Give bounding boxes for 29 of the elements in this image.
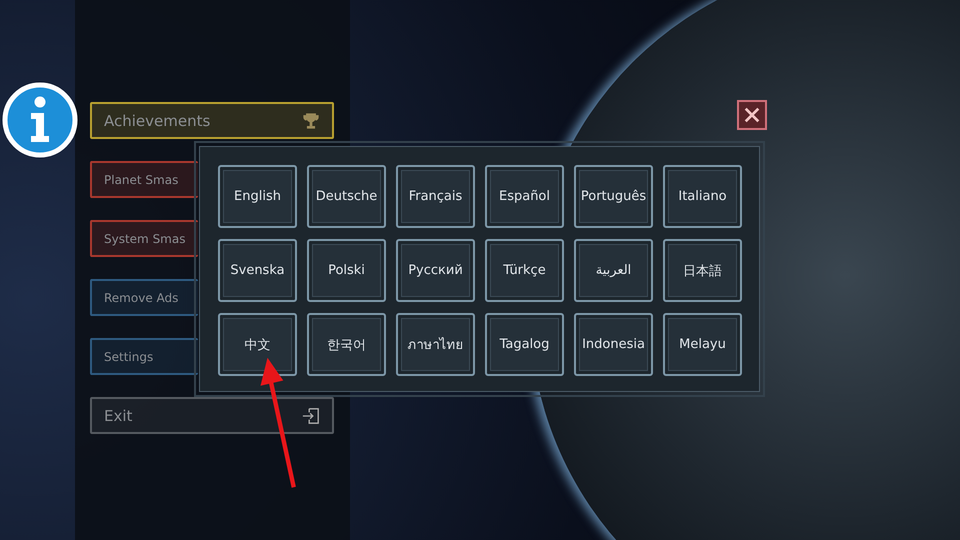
language-button[interactable]: ภาษาไทย [396, 313, 475, 376]
menu-button[interactable]: Remove Ads [90, 279, 198, 316]
menu-button[interactable]: Achievements [90, 102, 334, 139]
language-button[interactable]: 中文 [218, 313, 297, 376]
language-button[interactable]: Français [396, 165, 475, 228]
trophy-icon [302, 112, 320, 130]
language-button[interactable]: Deutsche [307, 165, 386, 228]
menu-button[interactable]: Planet Smas [90, 161, 198, 198]
menu-button[interactable]: Settings [90, 338, 198, 375]
language-button[interactable]: Melayu [663, 313, 742, 376]
language-button[interactable]: Svenska [218, 239, 297, 302]
language-button[interactable]: Русский [396, 239, 475, 302]
info-icon[interactable] [2, 82, 78, 158]
menu-button[interactable]: System Smas [90, 220, 198, 257]
language-button[interactable]: English [218, 165, 297, 228]
language-button[interactable]: Tagalog [485, 313, 564, 376]
language-button[interactable]: Türkçe [485, 239, 564, 302]
close-button[interactable] [737, 100, 767, 130]
language-button[interactable]: 日本語 [663, 239, 742, 302]
language-button[interactable]: Polski [307, 239, 386, 302]
language-button[interactable]: Italiano [663, 165, 742, 228]
language-button[interactable]: Español [485, 165, 564, 228]
menu-button[interactable]: Exit [90, 397, 334, 434]
exit-icon [302, 406, 320, 424]
language-button[interactable]: Português [574, 165, 653, 228]
language-button[interactable]: 한국어 [307, 313, 386, 376]
language-button[interactable]: العربية [574, 239, 653, 302]
close-icon [743, 106, 761, 124]
language-button[interactable]: Indonesia [574, 313, 653, 376]
